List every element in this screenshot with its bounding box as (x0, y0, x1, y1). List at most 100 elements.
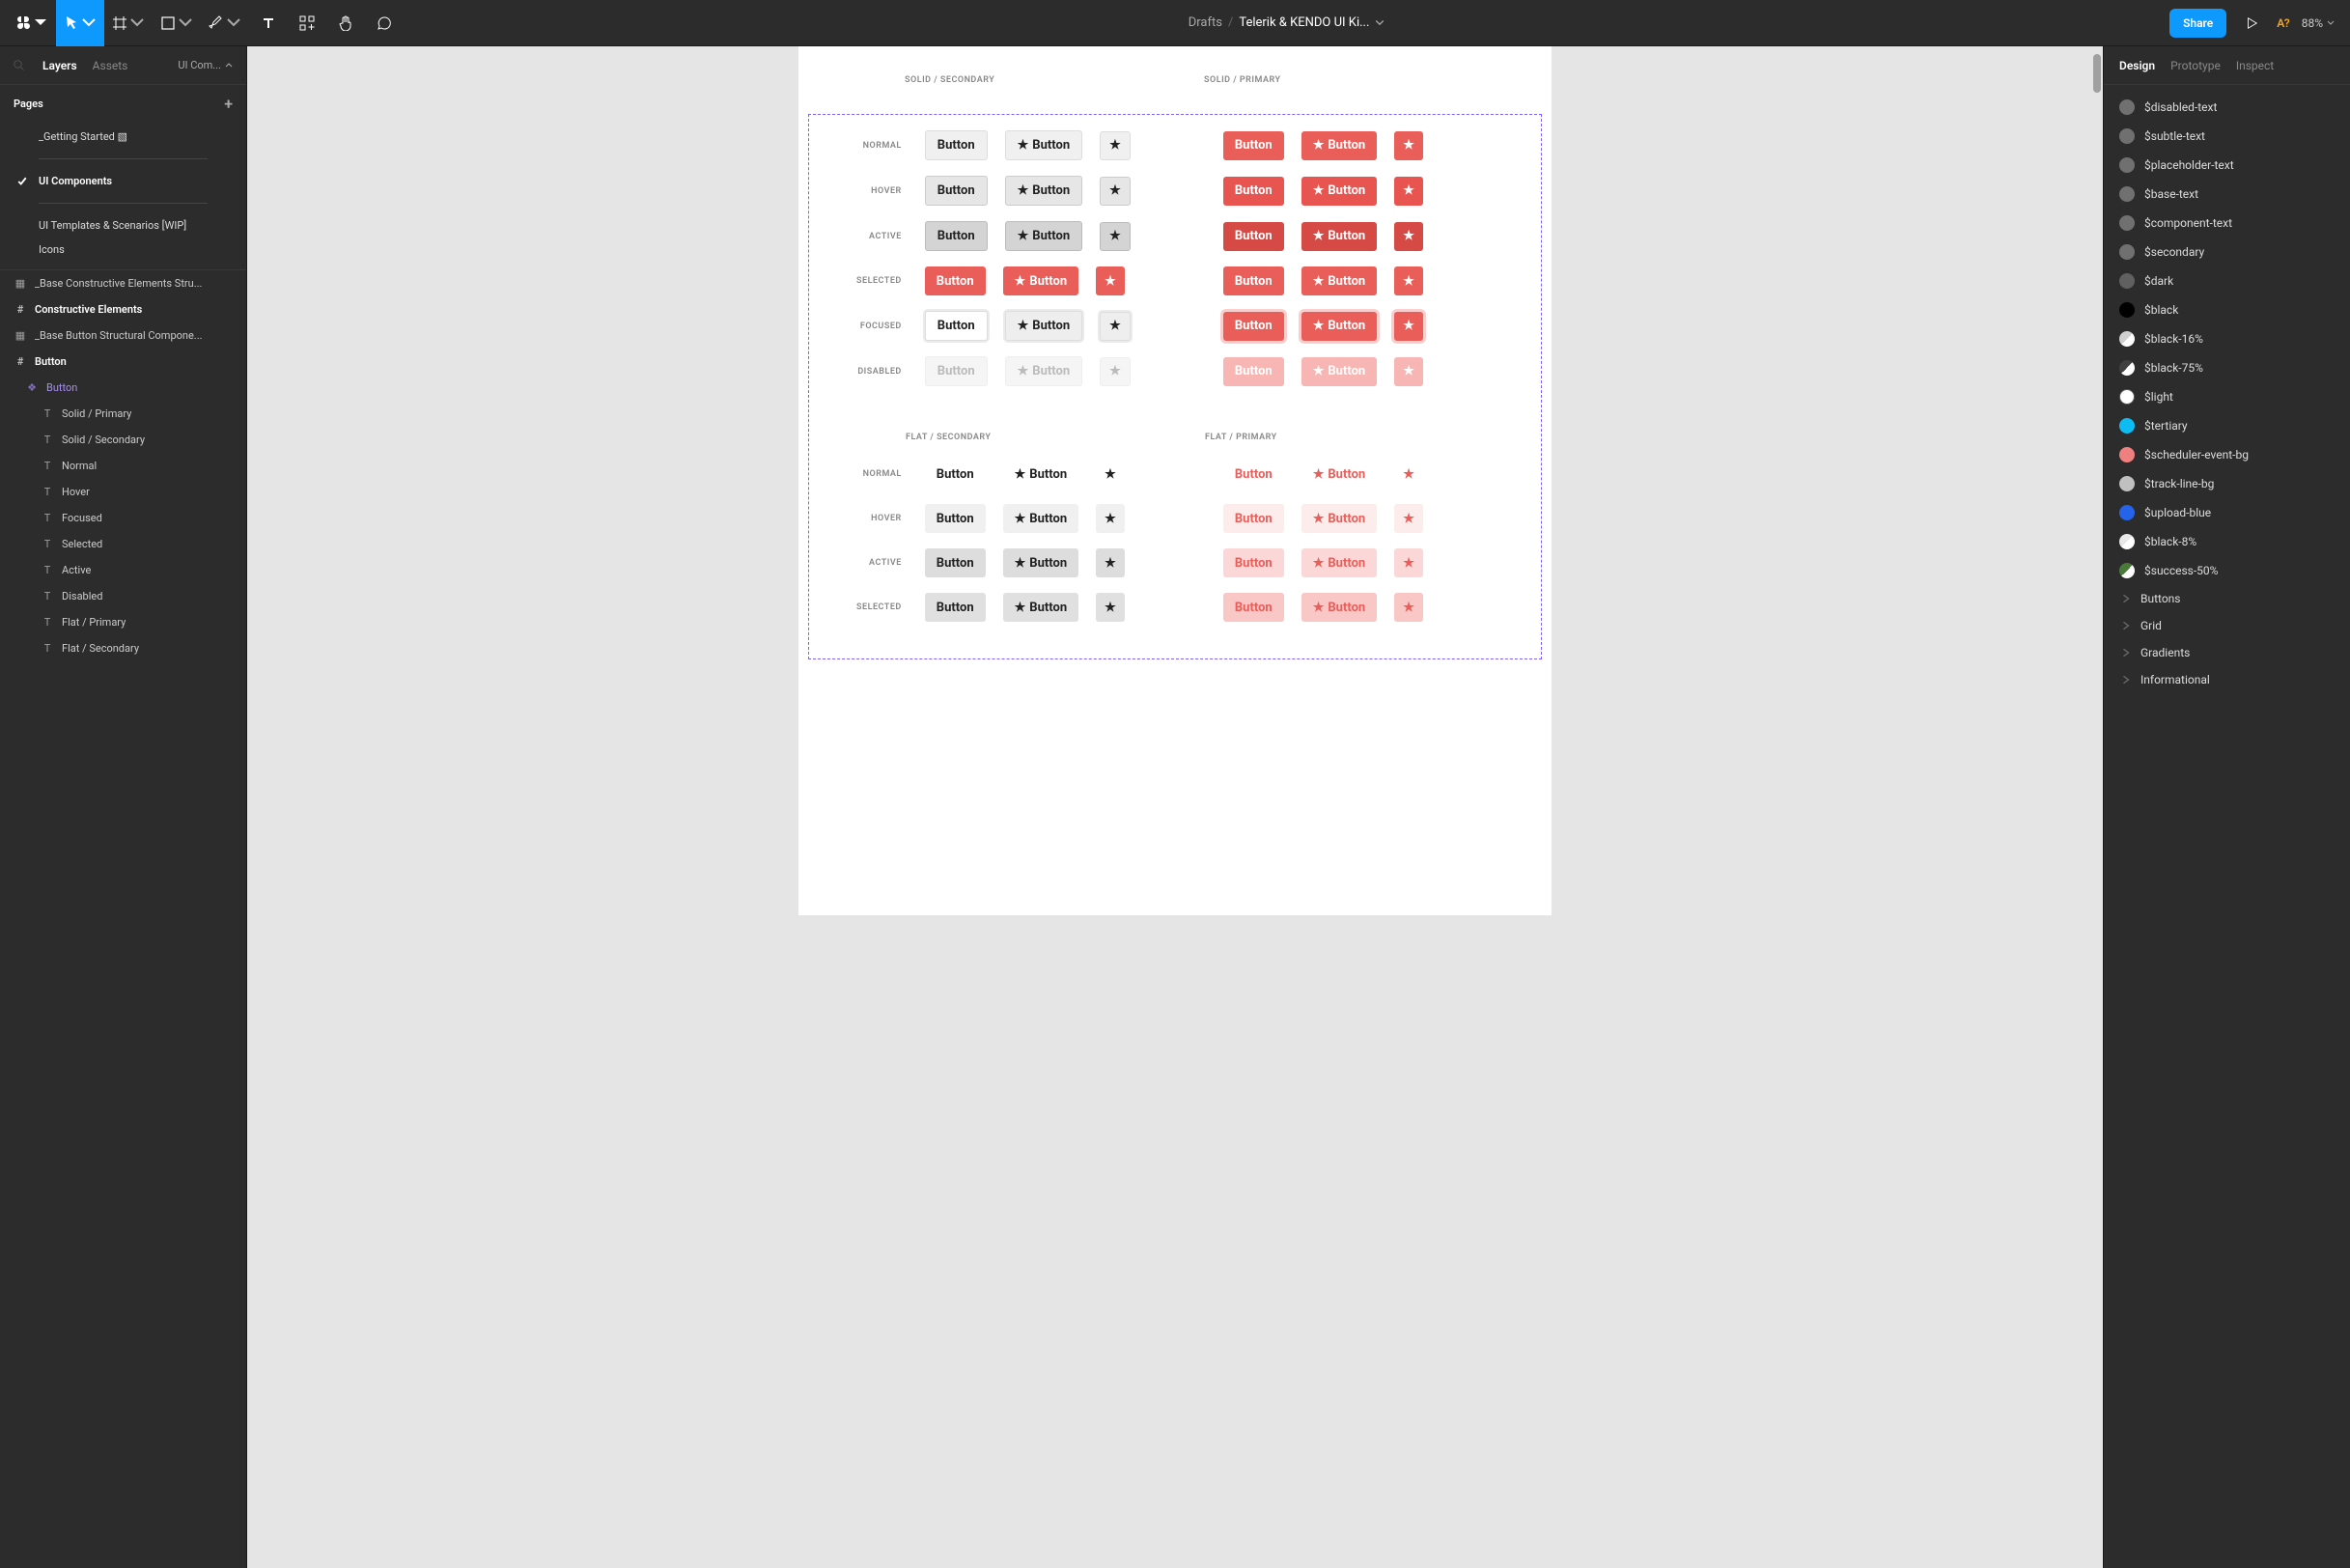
demo-button[interactable]: ★Button (1301, 222, 1378, 251)
page-selector[interactable]: UI Com... (178, 59, 233, 71)
figma-menu-button[interactable] (8, 0, 56, 46)
add-page-button[interactable]: + (224, 95, 233, 113)
text-tool-button[interactable] (249, 0, 288, 46)
demo-button[interactable]: ★Button (1301, 548, 1378, 577)
layer-item[interactable]: TNormal (0, 453, 246, 479)
demo-button[interactable]: Button (925, 266, 986, 295)
demo-button-icon[interactable]: ★ (1096, 266, 1125, 295)
demo-button[interactable]: Button (925, 130, 988, 160)
demo-button-icon[interactable]: ★ (1100, 312, 1131, 341)
demo-button[interactable]: ★Button (1301, 460, 1378, 489)
page-item[interactable]: UI Templates & Scenarios [WIP] (0, 213, 246, 238)
breadcrumb-root[interactable]: Drafts (1189, 15, 1222, 30)
demo-button[interactable]: ★Button (1301, 357, 1378, 386)
demo-button-icon[interactable]: ★ (1100, 222, 1131, 251)
demo-button[interactable]: Button (1223, 131, 1284, 160)
demo-button[interactable]: Button (1223, 460, 1284, 489)
demo-button-icon[interactable]: ★ (1394, 266, 1423, 295)
color-style-item[interactable]: $track-line-bg (2104, 469, 2350, 498)
demo-button[interactable]: Button (1223, 548, 1284, 577)
demo-button-icon[interactable]: ★ (1394, 131, 1423, 160)
demo-button[interactable]: ★Button (1301, 312, 1378, 341)
tab-design[interactable]: Design (2119, 59, 2155, 72)
demo-button[interactable]: Button (1223, 177, 1284, 206)
share-button[interactable]: Share (2169, 9, 2226, 38)
tab-prototype[interactable]: Prototype (2170, 59, 2221, 72)
resources-button[interactable] (288, 0, 326, 46)
demo-button[interactable]: Button (925, 311, 988, 341)
demo-button[interactable]: ★Button (1301, 504, 1378, 533)
page-item-current[interactable]: UI Components (0, 169, 246, 193)
chevron-down-icon[interactable] (1375, 18, 1385, 28)
demo-button[interactable]: ★Button (1003, 593, 1079, 622)
demo-button-icon[interactable]: ★ (1394, 504, 1423, 533)
style-group-item[interactable]: Informational (2104, 666, 2350, 693)
layer-item[interactable]: TFocused (0, 505, 246, 531)
demo-button[interactable]: Button (925, 176, 988, 206)
demo-button[interactable]: ★Button (1301, 266, 1378, 295)
file-name[interactable]: Telerik & KENDO UI Ki... (1239, 15, 1369, 30)
color-style-item[interactable]: $black-16% (2104, 324, 2350, 353)
layer-item-selected[interactable]: ❖Button (0, 375, 246, 401)
zoom-control[interactable]: 88% (2302, 16, 2335, 30)
layer-item[interactable]: THover (0, 479, 246, 505)
demo-button-icon[interactable]: ★ (1394, 357, 1423, 386)
color-style-item[interactable]: $component-text (2104, 209, 2350, 238)
color-style-item[interactable]: $scheduler-event-bg (2104, 440, 2350, 469)
color-style-item[interactable]: $tertiary (2104, 411, 2350, 440)
tab-inspect[interactable]: Inspect (2236, 59, 2274, 72)
layer-item[interactable]: TFlat / Primary (0, 609, 246, 635)
demo-button-icon[interactable]: ★ (1394, 460, 1423, 489)
demo-button[interactable]: Button (1223, 266, 1284, 295)
page-item[interactable]: Icons (0, 238, 246, 262)
demo-button-icon[interactable]: ★ (1096, 548, 1125, 577)
breadcrumb[interactable]: Drafts / Telerik & KENDO UI Ki... (404, 15, 2169, 30)
demo-button[interactable]: ★Button (1003, 548, 1079, 577)
style-group-item[interactable]: Buttons (2104, 585, 2350, 612)
demo-button-icon[interactable]: ★ (1394, 593, 1423, 622)
color-style-item[interactable]: $disabled-text (2104, 93, 2350, 122)
demo-button-icon[interactable]: ★ (1394, 222, 1423, 251)
demo-button-icon[interactable]: ★ (1096, 593, 1125, 622)
color-style-item[interactable]: $black-75% (2104, 353, 2350, 382)
demo-button-icon[interactable]: ★ (1096, 460, 1125, 489)
frame-tool-button[interactable] (104, 0, 153, 46)
demo-button-icon[interactable]: ★ (1100, 131, 1131, 160)
layer-item[interactable]: TDisabled (0, 583, 246, 609)
demo-button-icon[interactable]: ★ (1100, 357, 1131, 386)
demo-button[interactable]: Button (925, 548, 986, 577)
demo-button[interactable]: ★Button (1005, 130, 1083, 160)
color-style-item[interactable]: $upload-blue (2104, 498, 2350, 527)
tab-assets[interactable]: Assets (93, 59, 128, 72)
demo-button-icon[interactable]: ★ (1096, 504, 1125, 533)
color-style-item[interactable]: $secondary (2104, 238, 2350, 266)
move-tool-button[interactable] (56, 0, 104, 46)
demo-button[interactable]: ★Button (1005, 221, 1083, 251)
demo-button[interactable]: Button (925, 460, 986, 489)
color-style-item[interactable]: $dark (2104, 266, 2350, 295)
color-style-item[interactable]: $light (2104, 382, 2350, 411)
layer-item[interactable]: TSolid / Secondary (0, 427, 246, 453)
demo-button[interactable]: Button (1223, 312, 1284, 341)
demo-button[interactable]: Button (1223, 504, 1284, 533)
layer-item[interactable]: #Constructive Elements (0, 296, 246, 322)
color-style-item[interactable]: $black (2104, 295, 2350, 324)
style-group-item[interactable]: Gradients (2104, 639, 2350, 666)
demo-button-icon[interactable]: ★ (1100, 177, 1131, 206)
canvas[interactable]: SOLID / SECONDARY SOLID / PRIMARY NORMAL… (247, 46, 2103, 1568)
color-style-item[interactable]: $placeholder-text (2104, 151, 2350, 180)
present-button[interactable] (2238, 10, 2265, 37)
demo-button[interactable]: Button (925, 221, 988, 251)
style-group-item[interactable]: Grid (2104, 612, 2350, 639)
demo-button-icon[interactable]: ★ (1394, 177, 1423, 206)
color-style-item[interactable]: $black-8% (2104, 527, 2350, 556)
layer-item[interactable]: ▦_Base Button Structural Compone... (0, 322, 246, 349)
demo-button[interactable]: Button (925, 593, 986, 622)
artboard[interactable]: SOLID / SECONDARY SOLID / PRIMARY NORMAL… (798, 46, 1552, 915)
comment-tool-button[interactable] (365, 0, 404, 46)
search-icon[interactable] (14, 60, 25, 71)
layer-item[interactable]: TSelected (0, 531, 246, 557)
scrollbar-thumb[interactable] (2093, 54, 2101, 93)
demo-button[interactable]: ★Button (1301, 177, 1378, 206)
color-style-item[interactable]: $subtle-text (2104, 122, 2350, 151)
